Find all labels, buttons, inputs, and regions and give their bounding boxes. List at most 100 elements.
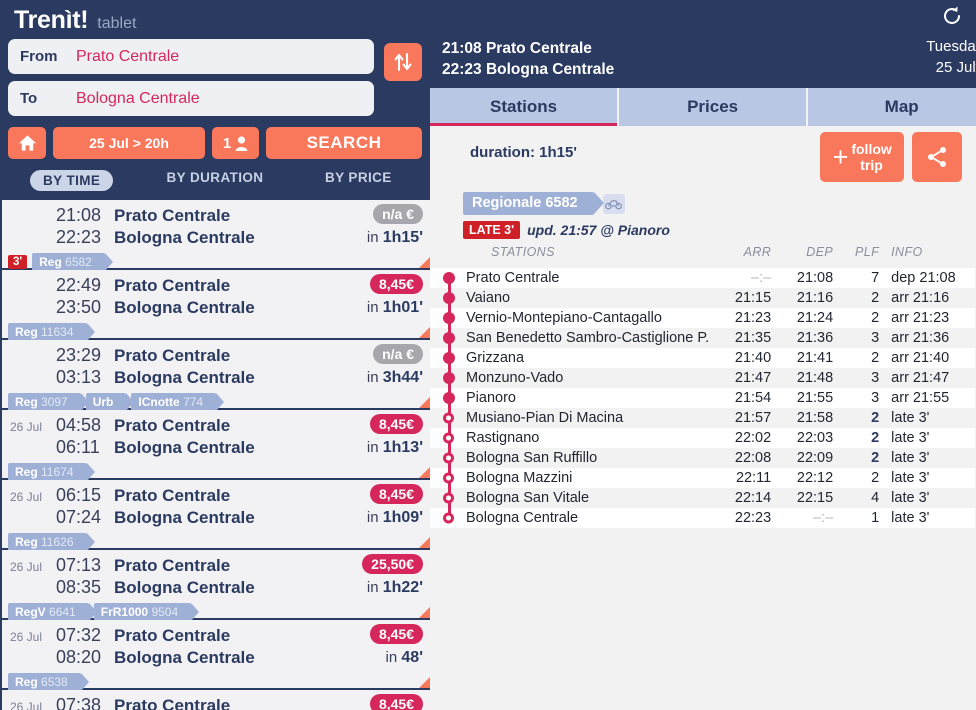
train-type-badge: Reg 11674 xyxy=(8,463,94,481)
search-button[interactable]: SEARCH xyxy=(266,127,422,159)
to-label: To xyxy=(20,90,38,107)
station-row[interactable]: Bologna San Ruffillo 22:08 22:09 2 late 3' xyxy=(430,448,976,468)
train-header: Regionale 6582 LATE 3' upd. 21:57 @ Pian… xyxy=(430,188,976,239)
station-arrival: –:– xyxy=(751,270,772,286)
journey-price: 8,45€ xyxy=(369,694,423,710)
journey-price: 8,45€ xyxy=(369,484,423,504)
station-row[interactable]: Monzuno-Vado 21:47 21:48 3 arr 21:47 xyxy=(430,368,976,388)
station-row[interactable]: San Benedetto Sambro-Castiglione P. 21:35… xyxy=(430,328,976,348)
tab-stations[interactable]: Stations xyxy=(430,88,620,126)
trip-date: Tuesday 25 July xyxy=(926,36,976,78)
tab-prices[interactable]: Prices xyxy=(619,88,809,126)
journey-corner-marker xyxy=(419,397,430,408)
train-type-badge: Reg 6538 xyxy=(8,673,89,691)
journey-arr-time: 23:50 xyxy=(56,297,102,317)
station-name: Musiano-Pian Di Macina xyxy=(466,410,624,426)
station-marker xyxy=(430,308,464,328)
train-type-badge: Reg 3097 xyxy=(8,393,89,411)
header-spacer xyxy=(430,245,464,265)
sort-tab-by-price[interactable]: BY PRICE xyxy=(287,167,430,194)
share-icon xyxy=(928,147,947,167)
station-departure: 21:16 xyxy=(796,290,834,306)
swap-stations-button[interactable] xyxy=(384,43,422,81)
station-row[interactable]: Bologna San Vitale 22:14 22:15 4 late 3' xyxy=(430,488,976,508)
refresh-button[interactable] xyxy=(941,5,963,27)
journey-list[interactable]: 21:08 Prato Centrale 22:23 Bologna Centrale… xyxy=(0,200,430,710)
train-type-badge: Urb xyxy=(85,393,135,411)
station-info: arr 21:16 xyxy=(891,290,950,306)
station-row[interactable]: Grizzana 21:40 21:41 2 arr 21:40 xyxy=(430,348,976,368)
station-dot-icon xyxy=(443,472,454,484)
station-row[interactable]: Musiano-Pian Di Macina 21:57 21:58 2 late 3' xyxy=(430,408,976,428)
journey-date xyxy=(10,359,56,361)
refresh-icon xyxy=(944,6,961,24)
journey-item[interactable]: 26 Jul 06:15 Prato Centrale 07:24 Bologna Ce… xyxy=(2,480,430,551)
station-row[interactable]: Vaiano 21:15 21:16 2 arr 21:16 xyxy=(430,288,976,308)
station-dot-icon xyxy=(443,352,455,364)
to-field[interactable]: To Bologna Centrale xyxy=(8,81,374,116)
from-field[interactable]: From Prato Centrale xyxy=(8,39,374,74)
tab-map[interactable]: Map xyxy=(808,88,976,126)
journey-item[interactable]: 23:29 Prato Centrale 03:13 Bologna Centrale… xyxy=(2,340,430,411)
station-departure: 22:03 xyxy=(796,430,834,446)
station-row[interactable]: Pianoro 21:54 21:55 3 arr 21:55 xyxy=(430,388,976,408)
station-platform: 2 xyxy=(871,350,880,366)
header-plf: PLF xyxy=(855,245,880,259)
sort-tab-by-duration[interactable]: BY DURATION xyxy=(143,167,286,194)
journey-date xyxy=(10,219,56,221)
journey-item[interactable]: 26 Jul 07:13 Prato Centrale 08:35 Bologna Ce… xyxy=(2,550,430,621)
journey-summary: 8,45€ in 1h09' xyxy=(313,484,423,527)
follow-trip-button[interactable]: + follow trip xyxy=(820,132,905,182)
journey-arr-station: Bologna Centrale xyxy=(114,578,255,597)
station-row[interactable]: Bologna Centrale 22:23 –:– 1 late 3' xyxy=(430,508,976,528)
station-row[interactable]: Rastignano 22:02 22:03 2 late 3' xyxy=(430,428,976,448)
station-arrival: 22:23 xyxy=(734,510,772,526)
station-departure: 22:09 xyxy=(796,450,834,466)
app-title: Trenìt! xyxy=(14,6,89,34)
train-type-badge-number: 6582 xyxy=(65,255,92,269)
journey-item[interactable]: 26 Jul 07:32 Prato Centrale 08:20 Bologna Ce… xyxy=(2,620,430,691)
journey-item[interactable]: 26 Jul 04:58 Prato Centrale 06:11 Bologna Ce… xyxy=(2,410,430,481)
station-name: Grizzana xyxy=(466,350,525,366)
search-controls: 25 Jul > 20h 1 SEARCH xyxy=(0,123,430,159)
journey-duration-value: 1h15' xyxy=(382,229,423,246)
passengers-button[interactable]: 1 xyxy=(212,127,259,159)
sort-tab-by-time[interactable]: BY TIME xyxy=(0,167,143,194)
date-button[interactable]: 25 Jul > 20h xyxy=(53,127,205,159)
follow-trip-label-line2: trip xyxy=(860,157,883,173)
journey-item[interactable]: 26 Jul 07:38 Prato Centrale 8,45€ xyxy=(2,690,430,710)
station-platform: 2 xyxy=(871,470,880,486)
journey-item[interactable]: 21:08 Prato Centrale 22:23 Bologna Centrale… xyxy=(2,200,430,271)
station-platform: 2 xyxy=(871,450,880,466)
journey-arr-time: 08:35 xyxy=(56,577,102,597)
journey-item[interactable]: 22:49 Prato Centrale 23:50 Bologna Centrale… xyxy=(2,270,430,341)
train-type-badge-number: 3097 xyxy=(41,395,68,409)
station-arrival: 21:35 xyxy=(734,330,772,346)
home-button[interactable] xyxy=(8,127,46,159)
journey-price: 8,45€ xyxy=(369,274,423,294)
journey-arr-time: 07:24 xyxy=(56,507,102,527)
share-button[interactable] xyxy=(912,132,963,182)
station-info: arr 21:36 xyxy=(891,330,950,346)
trip-summary: 21:08 Prato Centrale 22:23 Bologna Centr… xyxy=(442,38,614,80)
station-row[interactable]: Vernio-Montepiano-Cantagallo 21:23 21:24 2 a… xyxy=(430,308,976,328)
station-row[interactable]: Bologna Mazzini 22:11 22:12 2 late 3' xyxy=(430,468,976,488)
app-root: Trenìt! tablet From Prato Centrale To Bo… xyxy=(0,0,976,710)
journey-date-spacer xyxy=(10,521,56,523)
train-type-badge-type: Urb xyxy=(92,395,114,409)
station-row[interactable]: Prato Centrale –:– 21:08 7 dep 21:08 xyxy=(430,268,976,288)
station-arrival: 22:02 xyxy=(734,430,772,446)
person-icon xyxy=(235,135,248,151)
detail-topbar: 21:08 Prato Centrale 22:23 Bologna Centr… xyxy=(430,0,976,88)
journey-date-spacer xyxy=(10,241,56,243)
station-dot-icon xyxy=(443,332,455,344)
station-name: Prato Centrale xyxy=(466,270,560,286)
header-info: INFO xyxy=(891,245,923,259)
search-panel: Trenìt! tablet From Prato Centrale To Bo… xyxy=(0,0,430,710)
detail-panel: 21:08 Prato Centrale 22:23 Bologna Centr… xyxy=(430,0,976,710)
station-departure: 21:58 xyxy=(796,410,834,426)
train-type-badge-type: ICnotte xyxy=(138,395,180,409)
journey-dep-time: 07:32 xyxy=(56,625,102,645)
station-marker xyxy=(430,288,464,308)
station-info: late 3' xyxy=(891,430,930,446)
